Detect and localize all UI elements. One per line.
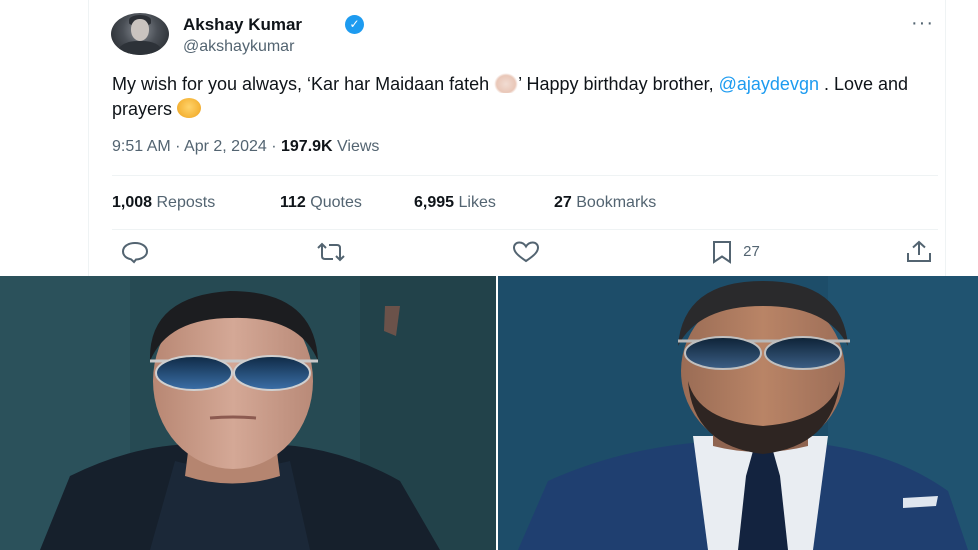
tweet-card: Akshay Kumar ✓ @akshaykumar ··· My wish … [88, 0, 946, 276]
quotes-label: Quotes [305, 194, 362, 211]
quotes-count: 112 [280, 194, 306, 211]
likes-stat[interactable]: 6,995 Likes [414, 193, 496, 213]
raising-hands-emoji-icon [494, 73, 519, 93]
bookmark-count: 27 [743, 243, 760, 260]
photo-right[interactable] [498, 276, 978, 550]
quotes-stat[interactable]: 112 Quotes [280, 193, 362, 213]
views-label: Views [332, 138, 380, 155]
tweet-text: My wish for you always, ‘Kar har Maidaan… [112, 72, 912, 122]
likes-count: 6,995 [414, 194, 455, 211]
bookmark-icon [713, 241, 731, 264]
avatar-face [131, 19, 149, 41]
hugging-face-emoji-icon [177, 98, 202, 118]
bookmark-button[interactable]: 27 [709, 240, 760, 264]
repost-icon [317, 242, 345, 262]
tweet-date[interactable]: Apr 2, 2024 [184, 138, 267, 155]
divider [112, 229, 938, 230]
tweet-text-part2: ’ Happy birthday brother, [518, 74, 719, 94]
share-button[interactable] [904, 240, 934, 264]
author-handle[interactable]: @akshaykumar [183, 37, 294, 56]
avatar-body [119, 41, 161, 55]
reply-icon [121, 241, 149, 264]
mention-link[interactable]: @ajaydevgn [719, 74, 819, 94]
reply-button[interactable] [120, 240, 150, 264]
like-icon [512, 241, 540, 263]
share-icon [907, 240, 931, 262]
reposts-count: 1,008 [112, 194, 153, 211]
actions-row: 27 [89, 238, 947, 270]
avatar[interactable] [111, 13, 169, 55]
more-options-icon[interactable]: ··· [911, 12, 934, 34]
like-button[interactable] [511, 240, 541, 264]
divider [112, 175, 938, 176]
repost-button[interactable] [314, 240, 348, 264]
author-display-name[interactable]: Akshay Kumar [183, 15, 302, 35]
portrait-ajay-image [498, 276, 978, 550]
reposts-stat[interactable]: 1,008 Reposts [112, 193, 215, 213]
likes-label: Likes [454, 194, 496, 211]
portrait-akshay-image [0, 276, 496, 550]
photo-left[interactable] [0, 276, 496, 550]
bookmarks-label: Bookmarks [571, 194, 657, 211]
views-count: 197.9K [281, 138, 333, 155]
tweet-time[interactable]: 9:51 AM [112, 138, 171, 155]
bookmarks-count: 27 [554, 194, 572, 211]
verified-badge-icon[interactable]: ✓ [345, 15, 364, 34]
tweet-text-part1: My wish for you always, ‘Kar har Maidaan… [112, 74, 495, 94]
meta-separator: · [266, 138, 281, 155]
tweet-meta: 9:51 AM · Apr 2, 2024 · 197.9K Views [112, 137, 379, 157]
bookmarks-stat[interactable]: 27 Bookmarks [554, 193, 656, 213]
meta-separator: · [170, 138, 185, 155]
reposts-label: Reposts [152, 194, 216, 211]
